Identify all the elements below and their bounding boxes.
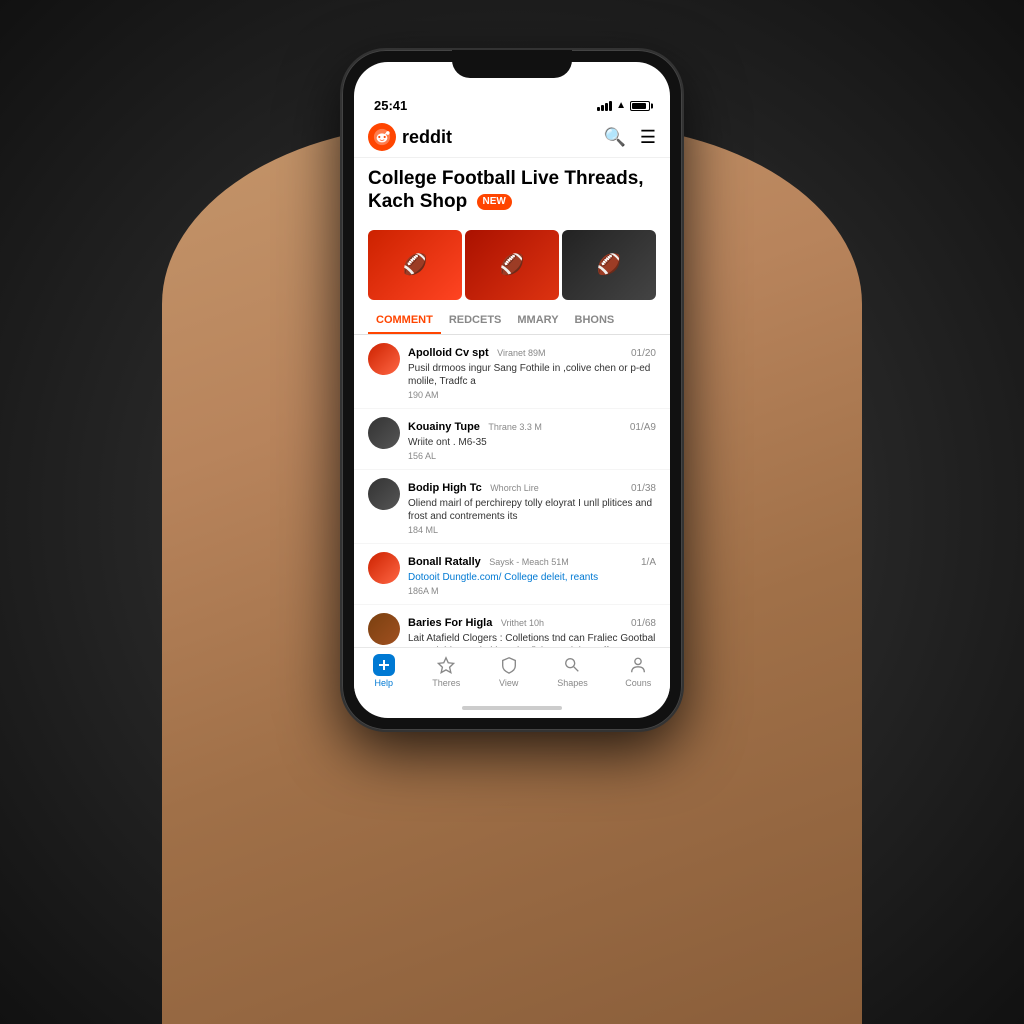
comment-time: 184 ML (408, 525, 656, 535)
comment-username: Bodip High Tc (408, 482, 482, 494)
comment-username: Bonall Ratally (408, 556, 481, 568)
nav-item-shapes[interactable]: Shapes (557, 654, 588, 688)
comment-item: Apolloid Cv spt Viranet 89M 01/20 Pusil … (354, 335, 670, 409)
header-action-icons: 🔍 ☰ (603, 127, 656, 148)
comment-text: Pusil drmoos ingur Sang Fothile in ,coli… (408, 362, 656, 388)
search-nav-icon (561, 654, 583, 676)
comment-item: Kouainy Tupe Thrane 3.3 M 01/A9 Wriite o… (354, 409, 670, 470)
comment-username: Apolloid Cv spt (408, 347, 489, 359)
comment-text: Oliend mairl of perchirepy tolly eloyrat… (408, 497, 656, 523)
new-badge: NEW (477, 194, 512, 210)
comment-score: 01/A9 (630, 422, 656, 433)
reddit-logo: reddit (368, 123, 452, 151)
tab-bar: COMMENT REDCETS MMARY BHONS (354, 308, 670, 335)
nav-item-help[interactable]: Help (373, 654, 395, 688)
avatar (368, 417, 400, 449)
comment-text: Wriite ont . M6-35 (408, 436, 656, 449)
comment-score: 01/38 (631, 483, 656, 494)
nav-item-view[interactable]: View (498, 654, 520, 688)
avatar (368, 343, 400, 375)
home-indicator (354, 698, 670, 718)
status-bar: 25:41 ▲ (354, 90, 670, 117)
comment-score: 1/A (641, 557, 656, 568)
thumb-placeholder-2: 🏈 (465, 230, 559, 300)
comment-score: 01/20 (631, 348, 656, 359)
image-thumb-2[interactable]: 🏈 (465, 230, 559, 300)
thumb-placeholder-1: 🏈 (368, 230, 462, 300)
scene: 25:41 ▲ (0, 0, 1024, 1024)
comment-header: Bonall Ratally Saysk - Meach 51M 1/A (408, 552, 656, 570)
menu-icon[interactable]: ☰ (640, 127, 656, 148)
comment-content: Apolloid Cv spt Viranet 89M 01/20 Pusil … (408, 343, 656, 400)
comment-item: Bodip High Tc Whorch Lire 01/38 Oliend m… (354, 470, 670, 544)
comment-content: Bodip High Tc Whorch Lire 01/38 Oliend m… (408, 478, 656, 535)
comment-meta: Vrithet 10h (501, 618, 544, 628)
home-bar (462, 706, 562, 710)
nav-label-couns: Couns (625, 678, 651, 688)
comment-meta: Viranet 89M (497, 348, 545, 358)
shield-icon (498, 654, 520, 676)
nav-label-shapes: Shapes (557, 678, 588, 688)
thumb-placeholder-3: 🏈 (562, 230, 656, 300)
battery-icon (630, 101, 650, 111)
comment-meta: Thrane 3.3 M (488, 422, 542, 432)
tab-redcets[interactable]: REDCETS (441, 308, 510, 334)
post-title: College Football Live Threads, Kach Shop… (368, 168, 656, 214)
plus-icon (373, 654, 395, 676)
comment-content: Kouainy Tupe Thrane 3.3 M 01/A9 Wriite o… (408, 417, 656, 461)
nav-label-view: View (499, 678, 518, 688)
comment-meta: Whorch Lire (490, 483, 539, 493)
comment-link-text[interactable]: Dotooit Dungtle.com/ College deleit, rea… (408, 571, 656, 584)
image-strip: 🏈 🏈 🏈 (354, 230, 670, 300)
phone-notch (452, 50, 572, 78)
avatar (368, 552, 400, 584)
comment-header: Baries For Higla Vrithet 10h 01/68 (408, 613, 656, 631)
app-header: reddit 🔍 ☰ (354, 117, 670, 158)
tab-mmary[interactable]: MMARY (509, 308, 566, 334)
person-icon (627, 654, 649, 676)
phone-device: 25:41 ▲ (342, 50, 682, 730)
bottom-navigation: Help Theres View (354, 647, 670, 698)
comment-header: Bodip High Tc Whorch Lire 01/38 (408, 478, 656, 496)
nav-item-couns[interactable]: Couns (625, 654, 651, 688)
nav-label-help: Help (374, 678, 393, 688)
nav-label-theres: Theres (432, 678, 460, 688)
star-icon (435, 654, 457, 676)
comment-content: Baries For Higla Vrithet 10h 01/68 Lait … (408, 613, 656, 647)
comment-header: Apolloid Cv spt Viranet 89M 01/20 (408, 343, 656, 361)
signal-icon (597, 101, 612, 111)
nav-item-theres[interactable]: Theres (432, 654, 460, 688)
comment-item: Baries For Higla Vrithet 10h 01/68 Lait … (354, 605, 670, 647)
comment-time: 186A M (408, 586, 656, 596)
comments-list: Apolloid Cv spt Viranet 89M 01/20 Pusil … (354, 335, 670, 647)
comment-time: 190 AM (408, 390, 656, 400)
image-thumb-3[interactable]: 🏈 (562, 230, 656, 300)
status-time: 25:41 (374, 98, 407, 113)
comment-score: 01/68 (631, 618, 656, 629)
search-icon[interactable]: 🔍 (603, 127, 625, 148)
tab-bhons[interactable]: BHONS (567, 308, 623, 334)
comment-text: Lait Atafield Clogers : Colletions tnd c… (408, 632, 656, 647)
tab-comment[interactable]: COMMENT (368, 308, 441, 334)
comment-meta: Saysk - Meach 51M (489, 557, 569, 567)
comment-content: Bonall Ratally Saysk - Meach 51M 1/A Dot… (408, 552, 656, 596)
avatar (368, 613, 400, 645)
comment-header: Kouainy Tupe Thrane 3.3 M 01/A9 (408, 417, 656, 435)
comment-time: 156 AL (408, 451, 656, 461)
comment-username: Kouainy Tupe (408, 421, 480, 433)
post-header: College Football Live Threads, Kach Shop… (354, 158, 670, 230)
comment-username: Baries For Higla (408, 617, 492, 629)
status-icons: ▲ (597, 100, 650, 111)
reddit-wordmark: reddit (402, 127, 452, 148)
avatar (368, 478, 400, 510)
reddit-snoo-icon (368, 123, 396, 151)
wifi-icon: ▲ (616, 100, 626, 111)
image-thumb-1[interactable]: 🏈 (368, 230, 462, 300)
phone-screen: 25:41 ▲ (354, 62, 670, 718)
comment-item: Bonall Ratally Saysk - Meach 51M 1/A Dot… (354, 544, 670, 605)
snoo-svg (373, 128, 391, 146)
